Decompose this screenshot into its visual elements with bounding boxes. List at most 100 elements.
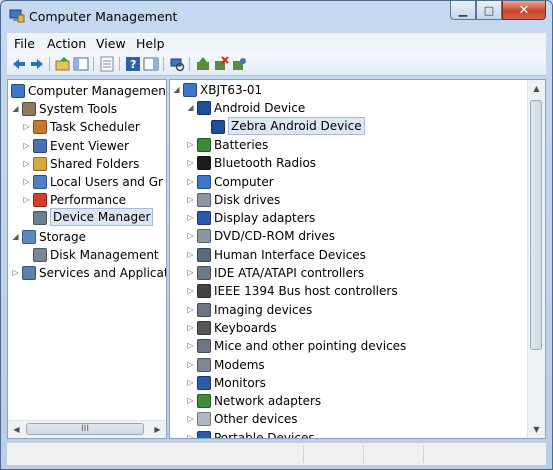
android-device-icon <box>197 101 211 116</box>
close-icon: ✕ <box>518 2 530 18</box>
device-tree-item-label: XBJT63-01 <box>200 83 263 97</box>
menu-view[interactable]: View <box>96 36 126 51</box>
console-tree-item-label: System Tools <box>39 102 118 117</box>
show-hide-console-tree-icon[interactable] <box>73 56 89 72</box>
properties-icon[interactable] <box>99 56 115 72</box>
users-icon <box>33 175 47 189</box>
menu-bar: File Action View Help <box>7 33 546 53</box>
ieee1394-icon <box>197 284 211 299</box>
storage-icon <box>22 229 36 244</box>
computer-icon <box>183 83 197 97</box>
back-arrow-icon[interactable] <box>11 56 27 72</box>
collapse-arrow-icon[interactable]: ◢ <box>186 99 195 117</box>
keyboard-icon <box>197 320 211 335</box>
minimize-icon: ▁ <box>458 3 468 17</box>
bluetooth-icon <box>197 156 211 171</box>
hid-icon <box>197 247 211 262</box>
toolbar: ? <box>7 53 546 76</box>
scroll-left-arrow-icon[interactable]: ◀ <box>8 421 25 438</box>
expand-arrow-icon[interactable]: ▷ <box>186 191 195 209</box>
computer-management-icon <box>11 84 25 98</box>
maximize-button[interactable]: □ <box>476 1 502 20</box>
expand-arrow-icon[interactable]: ▷ <box>186 136 195 154</box>
device-tree-item-label: Other devices <box>214 412 298 427</box>
uninstall-device-icon[interactable] <box>213 56 229 72</box>
collapse-arrow-icon[interactable]: ◢ <box>172 81 181 99</box>
computer-management-window: Computer Management ▁ □ ✕ File Action Vi… <box>0 0 553 470</box>
performance-icon <box>33 193 47 208</box>
modem-icon <box>197 357 211 372</box>
event-viewer-icon <box>33 138 47 153</box>
console-tree-item-label: Computer Management <box>28 84 167 98</box>
help-icon[interactable]: ? <box>125 56 141 72</box>
close-button[interactable]: ✕ <box>502 1 546 20</box>
expand-arrow-icon[interactable]: ▷ <box>22 118 31 136</box>
expand-arrow-icon[interactable]: ▷ <box>186 319 195 337</box>
menu-help[interactable]: Help <box>136 36 165 51</box>
title-bar[interactable]: Computer Management ▁ □ ✕ <box>1 1 552 33</box>
console-tree-item-label: Storage <box>39 229 86 244</box>
expand-arrow-icon[interactable]: ▷ <box>186 227 195 245</box>
portable-devices-icon <box>197 430 211 438</box>
device-tree-item-label: Human Interface Devices <box>214 247 366 262</box>
expand-arrow-icon[interactable]: ▷ <box>22 155 31 173</box>
zebra-device-icon <box>211 119 225 134</box>
minimize-button[interactable]: ▁ <box>450 1 476 20</box>
disk-drive-icon <box>197 192 211 207</box>
disable-device-icon[interactable] <box>231 56 247 72</box>
console-tree-pane: ▷ Services and Applicat Disk Management ◢ St… <box>7 79 167 439</box>
status-cell <box>303 445 364 463</box>
vertical-scroll-thumb[interactable] <box>530 100 542 350</box>
device-tree-item-label: Bluetooth Radios <box>214 156 317 171</box>
imaging-icon <box>197 302 211 317</box>
expand-arrow-icon[interactable]: ▷ <box>186 337 195 355</box>
collapse-arrow-icon[interactable]: ◢ <box>11 228 20 246</box>
device-tree-item-label: Network adapters <box>214 394 322 409</box>
expand-arrow-icon[interactable]: ▷ <box>186 264 195 282</box>
show-hide-action-pane-icon[interactable] <box>143 56 159 72</box>
forward-arrow-icon[interactable] <box>29 56 45 72</box>
disk-management-icon <box>33 247 47 262</box>
console-tree-item-label: Task Scheduler <box>50 120 140 135</box>
expand-arrow-icon[interactable]: ▷ <box>22 191 31 209</box>
expand-arrow-icon[interactable]: ▷ <box>11 264 20 282</box>
console-tree-item-label: Disk Management <box>50 247 159 262</box>
scroll-up-arrow-icon[interactable]: ▲ <box>528 80 545 97</box>
up-folder-icon[interactable] <box>55 56 71 72</box>
collapse-arrow-icon[interactable]: ◢ <box>11 100 20 118</box>
vertical-scrollbar[interactable]: ▲ ▼ <box>527 80 545 438</box>
horizontal-scroll-thumb[interactable]: III <box>26 423 144 435</box>
device-tree-item-label: Keyboards <box>214 320 277 335</box>
horizontal-scrollbar[interactable]: ◀ III ▶ <box>8 420 166 438</box>
scroll-right-arrow-icon[interactable]: ▶ <box>149 421 166 438</box>
expand-arrow-icon[interactable]: ▷ <box>186 356 195 374</box>
expand-arrow-icon[interactable]: ▷ <box>186 246 195 264</box>
expand-arrow-icon[interactable]: ▷ <box>186 173 195 191</box>
scroll-down-arrow-icon[interactable]: ▼ <box>528 421 545 438</box>
update-driver-icon[interactable] <box>195 56 211 72</box>
expand-arrow-icon[interactable]: ▷ <box>186 301 195 319</box>
expand-arrow-icon[interactable]: ▷ <box>186 282 195 300</box>
expand-arrow-icon[interactable]: ▷ <box>22 173 31 191</box>
console-tree-item-label: Event Viewer <box>50 138 129 153</box>
device-tree-item-label: Portable Devices <box>214 430 315 439</box>
expand-arrow-icon[interactable]: ▷ <box>186 154 195 172</box>
device-tree-item-label: DVD/CD-ROM drives <box>214 229 336 244</box>
expand-arrow-icon[interactable]: ▷ <box>186 410 195 428</box>
expand-arrow-icon[interactable]: ▷ <box>22 137 31 155</box>
device-tree-pane: ▷ Portable Devices ▷ Other devices ▷ Network … <box>169 79 546 439</box>
clock-icon <box>33 120 47 135</box>
scan-hardware-icon[interactable] <box>169 56 185 72</box>
expand-arrow-icon[interactable]: ▷ <box>186 374 195 392</box>
menu-action[interactable]: Action <box>47 36 86 51</box>
device-tree-item-label: IDE ATA/ATAPI controllers <box>214 266 365 280</box>
dvd-icon <box>197 229 211 244</box>
expand-arrow-icon[interactable]: ▷ <box>186 429 195 438</box>
device-tree-item-label: Computer <box>214 174 274 189</box>
menu-file[interactable]: File <box>14 36 35 51</box>
expand-arrow-icon[interactable]: ▷ <box>186 209 195 227</box>
expand-arrow-icon[interactable]: ▷ <box>186 392 195 410</box>
device-tree-item-label: Modems <box>214 357 265 372</box>
computer-icon <box>197 174 211 189</box>
status-cell <box>423 445 484 463</box>
